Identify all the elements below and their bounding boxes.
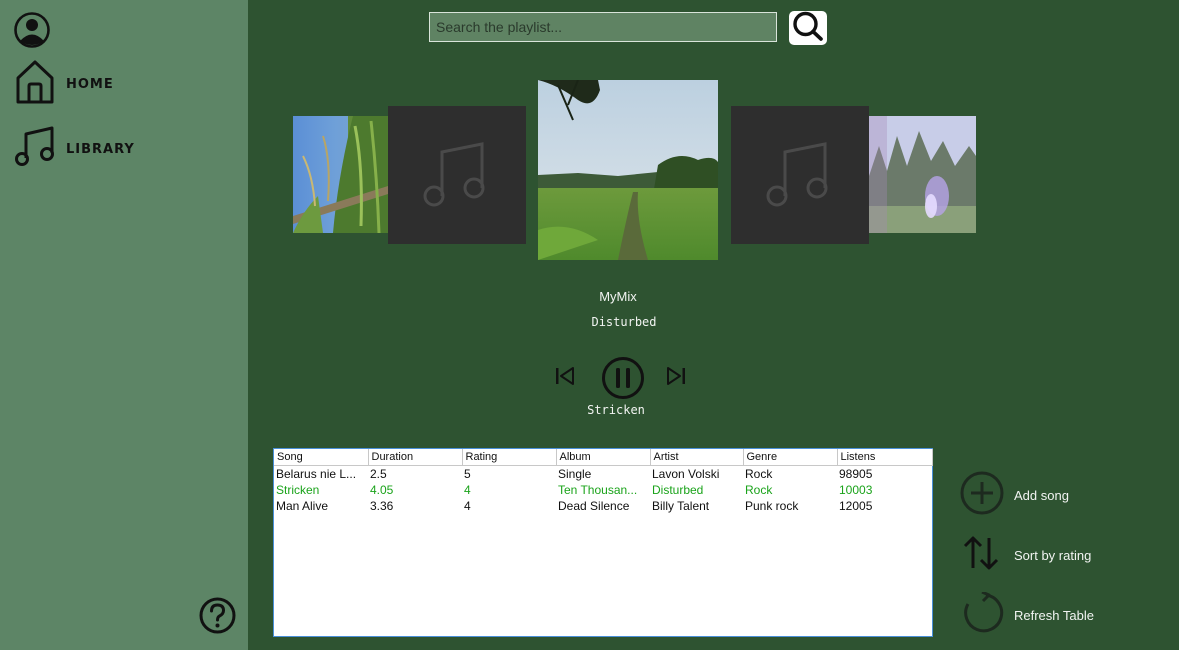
refresh-table-button[interactable]: Refresh Table [960,590,1094,639]
table-row[interactable]: Belarus nie L... 2.5 5 Single Lavon Vols… [274,466,932,483]
sidebar-item-label: LIBRARY [66,142,135,157]
help-circle-icon[interactable] [198,597,238,640]
column-header[interactable]: Rating [462,449,557,466]
column-header[interactable]: Artist [650,449,744,466]
table-cell: Man Alive [276,499,329,513]
add-song-button[interactable]: Add song [960,471,1069,520]
search-icon [792,11,824,46]
table-cell: 4.05 [370,483,394,497]
table-cell: 12005 [839,499,873,513]
sort-by-rating-button[interactable]: Sort by rating [960,534,1091,577]
table-header-row: Song Duration Rating Album Artist Genre … [274,449,933,466]
meadow-photo [538,80,718,260]
album-cover-current[interactable] [538,80,718,260]
table-cell: Disturbed [652,483,704,497]
column-header[interactable]: Duration [368,449,463,466]
album-cover[interactable] [731,106,869,244]
table-cell: Ten Thousan... [558,483,638,497]
table-cell: Dead Silence [558,499,630,513]
search-input[interactable] [429,12,777,42]
add-circle-icon [960,471,1004,520]
table-cell: Rock [745,483,773,497]
table-cell: 4 [464,499,471,513]
album-cover[interactable] [869,116,976,233]
table-cell: Rock [745,467,773,481]
table-row-playing[interactable]: Stricken 4.05 4 Ten Thousan... Disturbed… [274,482,932,498]
music-placeholder [422,138,492,213]
search-button[interactable] [789,11,827,45]
now-playing-title: Stricken [587,403,645,417]
table-cell: Belarus nie L... [276,467,357,481]
table-cell: Lavon Volski [652,467,720,481]
user-circle-icon[interactable] [12,12,52,55]
table-cell: Billy Talent [652,499,710,513]
songs-table[interactable]: Song Duration Rating Album Artist Genre … [273,448,933,637]
grass-photo [293,116,388,233]
refresh-icon [960,590,1004,639]
playlist-artist: Disturbed [591,315,657,329]
sort-arrows-icon [960,534,1004,577]
table-row[interactable]: Man Alive 3.36 4 Dead Silence Billy Tale… [274,498,932,514]
table-cell: Single [558,467,592,481]
playlist-name: MyMix [599,289,637,304]
sort-by-rating-label: Sort by rating [1014,548,1092,563]
table-cell: 10003 [839,483,873,497]
table-cell: 2.5 [370,467,387,481]
add-song-label: Add song [1014,488,1069,503]
sidebar-item-home[interactable]: HOME [14,58,114,111]
table-cell: Punk rock [745,499,799,513]
skip-next-icon[interactable] [665,366,687,391]
column-header[interactable]: Album [556,449,651,466]
column-header[interactable]: Genre [743,449,838,466]
table-cell: 4 [464,483,471,497]
table-cell: Stricken [276,483,320,497]
skip-previous-icon[interactable] [554,366,576,391]
table-cell: 3.36 [370,499,394,513]
album-cover[interactable] [293,116,388,233]
table-cell: 98905 [839,467,873,481]
music-note-icon [14,126,56,173]
album-cover[interactable] [388,106,526,244]
column-header[interactable]: Song [274,449,369,466]
home-icon [14,58,56,111]
sidebar: HOME LIBRARY [0,0,248,650]
sidebar-item-label: HOME [66,77,114,92]
column-header[interactable]: Listens [837,449,933,466]
sidebar-item-library[interactable]: LIBRARY [14,126,135,173]
forest-photo [869,116,976,233]
table-cell: 5 [464,467,471,481]
pause-icon[interactable] [601,356,645,405]
music-placeholder [765,138,835,213]
refresh-table-label: Refresh Table [1014,608,1094,623]
